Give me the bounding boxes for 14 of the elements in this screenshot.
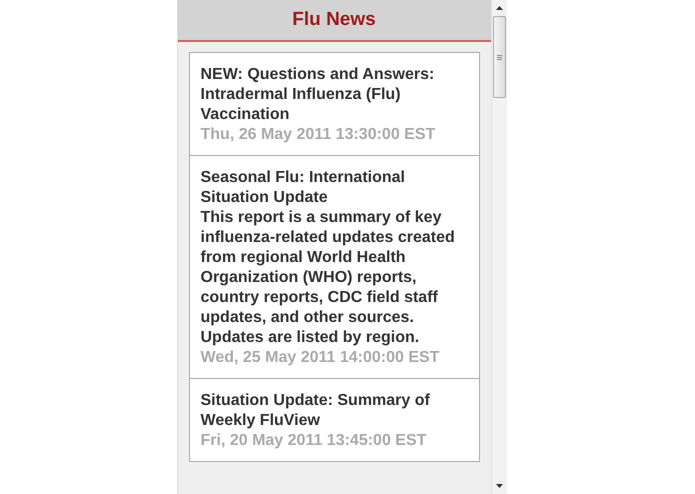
news-title: Situation Update: Summary of Weekly FluView: [200, 391, 431, 431]
scroll-thumb[interactable]: [492, 16, 506, 98]
scroll-down-icon[interactable]: [496, 484, 502, 488]
header-title: Flu News: [292, 9, 376, 31]
scrollbar[interactable]: [490, 0, 506, 494]
news-item[interactable]: NEW: Questions and Answers: Intradermal Influenza (Flu) Vaccination Thu, 26 May 2011 13:30:00 EST: [190, 53, 478, 155]
scroll-up-icon[interactable]: [496, 6, 502, 10]
news-title: NEW: Questions and Answers: Intradermal Influenza (Flu) Vaccination: [200, 65, 436, 125]
news-date: Fri, 20 May 2011 13:45:00 EST: [200, 431, 428, 451]
news-item[interactable]: Situation Update: Summary of Weekly FluView Fri, 20 May 2011 13:45:00 EST: [190, 378, 478, 461]
news-date: Wed, 25 May 2011 14:00:00 EST: [200, 348, 440, 368]
news-date: Thu, 26 May 2011 13:30:00 EST: [200, 125, 436, 145]
news-title: Seasonal Flu: International Situation Update: [200, 168, 406, 208]
news-description: This report is a summary of key influenza-related updates created from regional World Health Organization (WHO) reports, country reports, CDC field staff updates, and other sources. Updates are listed by region.: [200, 208, 456, 348]
